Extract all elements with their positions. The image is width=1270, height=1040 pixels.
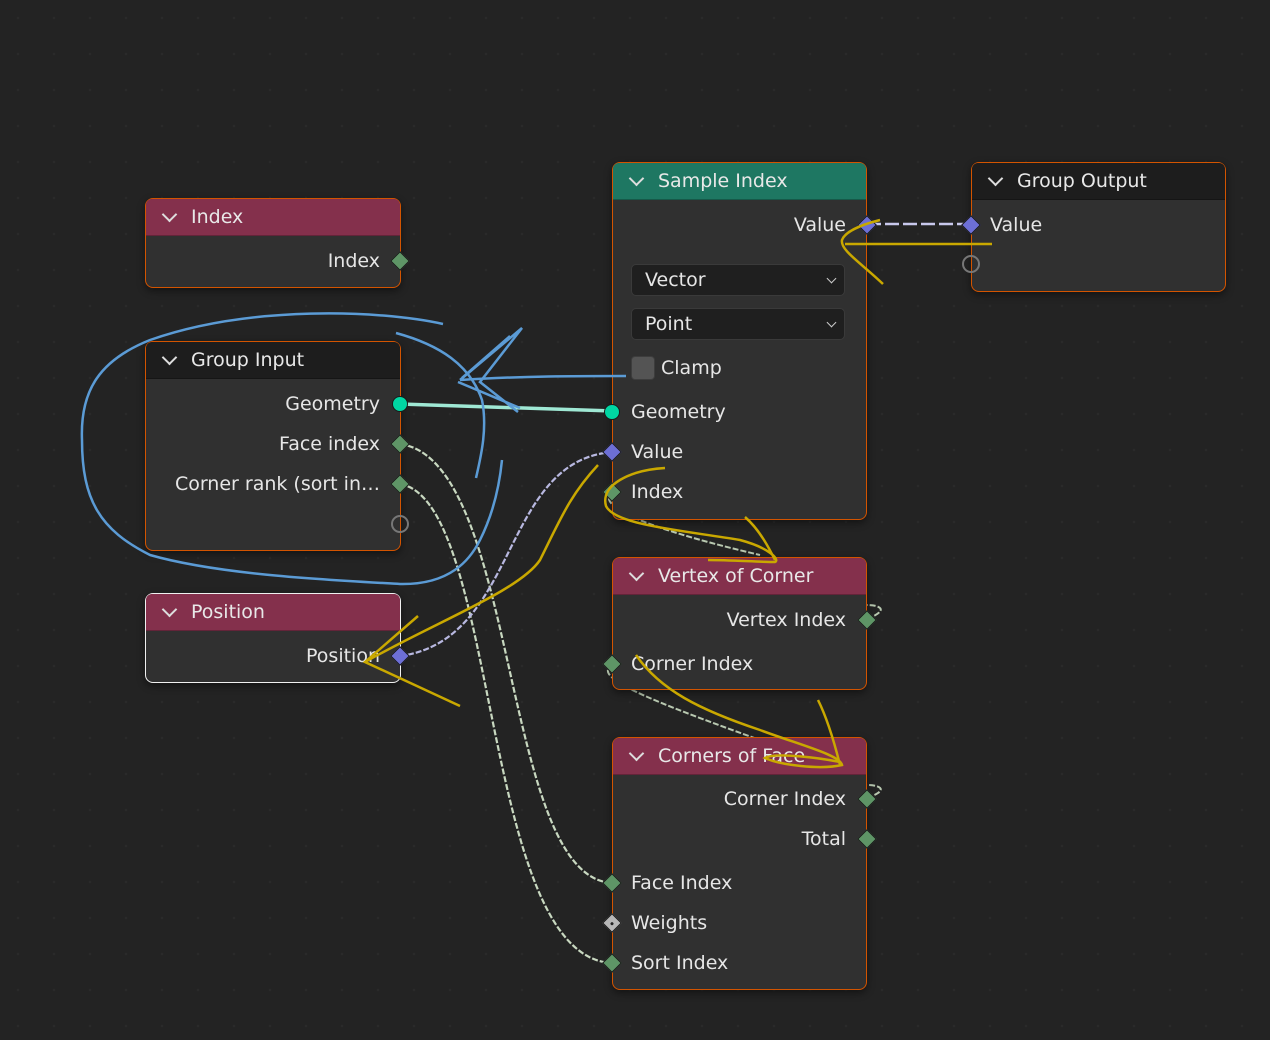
socket-label-value-in: Value [631, 441, 684, 463]
collapse-chevron-icon[interactable] [161, 206, 178, 222]
output-socket-vertex-index[interactable] [857, 610, 877, 630]
node-index[interactable]: Index Index [145, 198, 410, 288]
socket-label-index: Index [327, 250, 380, 272]
clamp-label: Clamp [661, 357, 722, 379]
socket-label-vertex-index: Vertex Index [726, 609, 846, 631]
input-socket-value[interactable] [602, 442, 622, 462]
collapse-chevron-icon[interactable] [161, 349, 178, 365]
output-socket-corner-index[interactable] [857, 789, 877, 809]
annotation-blue-arrow [457, 327, 627, 413]
node-header[interactable]: Index [146, 199, 400, 236]
link-position-value[interactable] [399, 450, 614, 658]
output-socket-value[interactable] [857, 215, 877, 235]
node-header[interactable]: Group Input [146, 342, 400, 379]
socket-label-weights: Weights [631, 912, 708, 934]
output-socket-empty[interactable] [391, 515, 409, 533]
input-socket-weights[interactable] [602, 913, 622, 933]
dropdown-value: Point [645, 313, 693, 335]
node-vertex-of-corner[interactable]: Vertex of Corner Vertex Index Corner Ind… [602, 557, 877, 690]
socket-label-position: Position [306, 645, 380, 667]
input-socket-index[interactable] [602, 482, 622, 502]
annotation-blue-arc [395, 331, 486, 479]
link-sort-index[interactable] [399, 482, 614, 965]
dropdown-value: Vector [645, 269, 706, 291]
input-socket-value[interactable] [961, 215, 981, 235]
collapse-chevron-icon[interactable] [628, 565, 645, 581]
output-socket-total[interactable] [857, 829, 877, 849]
output-socket-corner-rank[interactable] [390, 474, 410, 494]
socket-label-geometry-in: Geometry [631, 401, 726, 423]
node-title: Corners of Face [658, 745, 806, 767]
chevron-down-icon [826, 317, 837, 328]
socket-label-sort-index: Sort Index [631, 952, 729, 974]
input-socket-sort-index[interactable] [602, 953, 622, 973]
input-socket-corner-index[interactable] [602, 654, 622, 674]
output-socket-position[interactable] [390, 646, 410, 666]
input-socket-geometry[interactable] [604, 404, 620, 420]
output-socket-face-index[interactable] [390, 434, 410, 454]
node-title: Sample Index [658, 170, 788, 192]
socket-label-face-index: Face Index [631, 872, 733, 894]
node-header[interactable]: Group Output [972, 163, 1225, 200]
node-title: Vertex of Corner [658, 565, 814, 587]
domain-dropdown[interactable]: Point [631, 308, 845, 340]
link-geometry[interactable] [399, 402, 614, 413]
data-type-dropdown[interactable]: Vector [631, 264, 845, 296]
collapse-chevron-icon[interactable] [987, 170, 1004, 186]
socket-label-corner-index: Corner Index [631, 653, 754, 675]
node-title: Index [191, 206, 244, 228]
node-group-input[interactable]: Group Input Geometry Face index Corner r… [145, 341, 410, 551]
link-face-index[interactable] [399, 442, 614, 885]
socket-label-index-in: Index [631, 481, 684, 503]
collapse-chevron-icon[interactable] [628, 745, 645, 761]
socket-label-total: Total [801, 828, 846, 850]
socket-label-corner-index: Corner Index [723, 788, 846, 810]
node-corners-of-face[interactable]: Corners of Face Corner Index Total Face … [602, 737, 877, 990]
socket-label-corner-rank: Corner rank (sort in… [174, 473, 380, 495]
clamp-checkbox[interactable] [631, 356, 655, 380]
socket-label-geometry: Geometry [285, 393, 380, 415]
socket-label-value-out: Value [793, 214, 846, 236]
node-sample-index[interactable]: Sample Index Value Vector Point Clamp Ge… [602, 162, 877, 520]
collapse-chevron-icon[interactable] [628, 170, 645, 186]
output-socket-geometry[interactable] [392, 396, 408, 412]
node-title: Group Output [1017, 170, 1147, 192]
socket-label-value: Value [990, 214, 1043, 236]
input-socket-face-index[interactable] [602, 873, 622, 893]
socket-label-face-index: Face index [279, 433, 380, 455]
chevron-down-icon [826, 273, 837, 284]
input-socket-empty[interactable] [962, 255, 980, 273]
node-title: Group Input [191, 349, 305, 371]
output-socket-index[interactable] [390, 251, 410, 271]
node-position[interactable]: Position Position [145, 593, 410, 683]
node-header[interactable]: Sample Index [613, 163, 866, 200]
node-group-output[interactable]: Group Output Value [961, 162, 1226, 292]
node-header[interactable]: Vertex of Corner [613, 558, 866, 595]
node-title: Position [191, 601, 265, 623]
node-header[interactable]: Position [146, 594, 400, 631]
collapse-chevron-icon[interactable] [161, 601, 178, 617]
node-header[interactable]: Corners of Face [613, 738, 866, 775]
